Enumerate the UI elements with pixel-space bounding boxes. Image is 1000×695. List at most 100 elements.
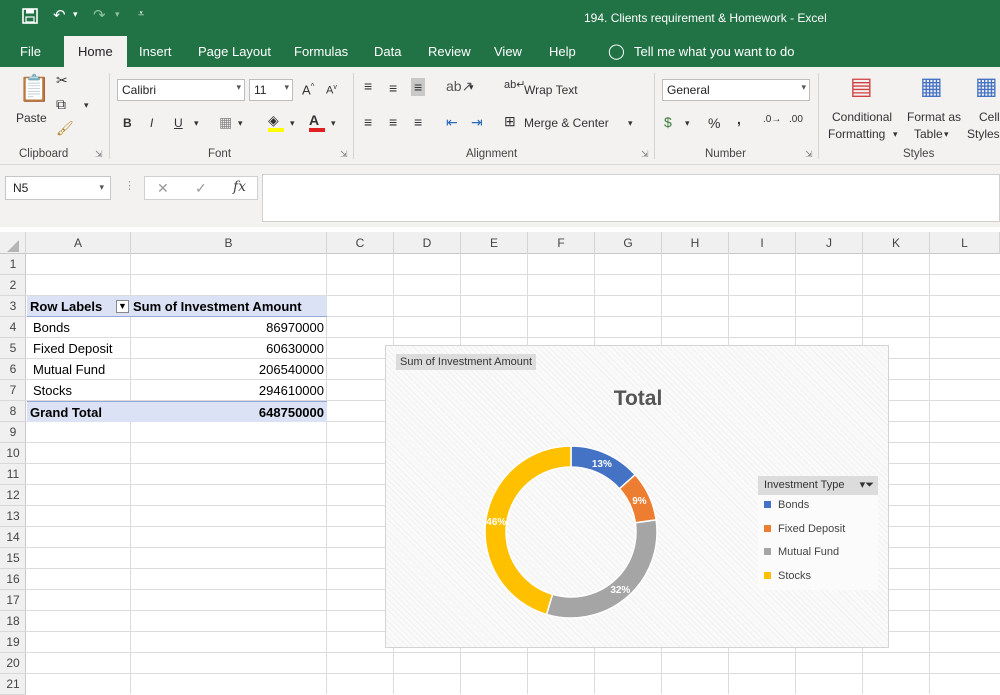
column-header[interactable]: G (595, 232, 662, 254)
filter-icon[interactable]: ▾⏷ (860, 478, 874, 492)
font-size-box[interactable]: 11 ▾ (249, 79, 293, 101)
fill-color-dropdown-icon[interactable]: ▾ (290, 119, 295, 128)
row-header[interactable]: 20 (0, 653, 26, 674)
borders-dropdown-icon[interactable]: ▾ (238, 119, 243, 128)
row-header[interactable]: 5 (0, 338, 26, 359)
row-header[interactable]: 19 (0, 632, 26, 653)
clipboard-launcher-icon[interactable]: ⇲ (95, 150, 103, 159)
tab-page-layout[interactable]: Page Layout (198, 44, 271, 59)
row-header[interactable]: 18 (0, 611, 26, 632)
format-as-table-label-2[interactable]: Table (914, 127, 943, 141)
decrease-font-icon[interactable]: Av (326, 84, 337, 97)
row-header[interactable]: 2 (0, 275, 26, 296)
pivot-item-label[interactable]: Stocks (27, 380, 131, 401)
name-box[interactable]: N5 ▾ (5, 176, 111, 200)
tab-home[interactable]: Home (64, 36, 127, 67)
pivot-grand-total-value[interactable]: 648750000 (131, 401, 327, 422)
decrease-decimal-icon[interactable]: .00 (789, 115, 803, 125)
align-left-icon[interactable]: ≡ (364, 115, 372, 129)
column-header[interactable]: A (26, 232, 131, 254)
paste-icon[interactable]: 📋 (18, 75, 50, 101)
pivot-item-value[interactable]: 60630000 (131, 338, 327, 359)
pivot-header-row-labels[interactable]: Row Labels ▼ (27, 296, 131, 317)
row-header[interactable]: 11 (0, 464, 26, 485)
cancel-icon[interactable]: ✕ (157, 181, 169, 195)
number-format-box[interactable]: General ▾ (662, 79, 810, 101)
italic-button[interactable]: I (150, 116, 153, 130)
alignment-launcher-icon[interactable]: ⇲ (641, 150, 649, 159)
column-header[interactable]: L (930, 232, 1000, 254)
borders-icon[interactable]: ▦ (219, 115, 232, 129)
align-bottom-icon[interactable]: ≡ (411, 78, 426, 96)
font-launcher-icon[interactable]: ⇲ (340, 150, 348, 159)
legend-item[interactable]: Fixed Deposit (764, 523, 845, 535)
row-header[interactable]: 4 (0, 317, 26, 338)
underline-dropdown-icon[interactable]: ▾ (194, 119, 199, 128)
row-header[interactable]: 21 (0, 674, 26, 695)
cell-styles-label-2[interactable]: Styles (967, 127, 1000, 141)
format-painter-icon[interactable]: 🖌 (56, 121, 74, 135)
redo-icon[interactable]: ↷ (93, 6, 106, 24)
font-name-box[interactable]: Calibri ▾ (117, 79, 245, 101)
customize-toolbar-icon[interactable]: ⩡ (138, 8, 144, 21)
save-icon[interactable] (22, 8, 38, 28)
decrease-indent-icon[interactable]: ⇤ (446, 115, 458, 129)
undo-icon[interactable]: ↶ (53, 6, 66, 24)
row-header[interactable]: 10 (0, 443, 26, 464)
cell-styles-label-1[interactable]: Cell (979, 110, 1000, 124)
align-center-icon[interactable]: ≡ (389, 115, 397, 129)
copy-dropdown-icon[interactable]: ▾ (84, 101, 89, 110)
conditional-formatting-label-1[interactable]: Conditional (832, 110, 892, 124)
conditional-formatting-label-2[interactable]: Formatting (828, 127, 885, 141)
align-top-icon[interactable]: ≡ (364, 79, 372, 93)
formula-input[interactable] (262, 174, 1000, 222)
row-header[interactable]: 14 (0, 527, 26, 548)
font-color-icon[interactable]: A (309, 113, 325, 132)
tab-insert[interactable]: Insert (139, 44, 172, 59)
row-header[interactable]: 1 (0, 254, 26, 275)
increase-decimal-icon[interactable]: .0→ (763, 115, 781, 125)
pivot-item-label[interactable]: Bonds (27, 317, 131, 338)
cut-icon[interactable]: ✂ (56, 73, 68, 87)
pivot-item-label[interactable]: Mutual Fund (27, 359, 131, 380)
legend-item[interactable]: Stocks (764, 570, 811, 582)
select-all-corner[interactable] (0, 232, 26, 254)
bold-button[interactable]: B (123, 116, 132, 130)
orientation-dropdown-icon[interactable]: ▾ (469, 83, 474, 92)
donut-slice[interactable] (484, 445, 572, 616)
number-launcher-icon[interactable]: ⇲ (805, 150, 813, 159)
legend-header[interactable]: Investment Type ▾⏷ (758, 476, 878, 495)
pivot-grand-total-label[interactable]: Grand Total (27, 401, 131, 422)
column-header[interactable]: D (394, 232, 461, 254)
pivot-chart[interactable]: Sum of Investment Amount Total 13% 9% 32% 4… (385, 345, 889, 648)
insert-function-icon[interactable]: fx (233, 180, 246, 194)
column-header[interactable]: J (796, 232, 863, 254)
align-middle-icon[interactable]: ≡ (389, 81, 397, 95)
column-header[interactable]: H (662, 232, 729, 254)
pivot-item-value[interactable]: 206540000 (131, 359, 327, 380)
row-header[interactable]: 7 (0, 380, 26, 401)
font-color-dropdown-icon[interactable]: ▾ (331, 119, 336, 128)
increase-indent-icon[interactable]: ⇥ (471, 115, 483, 129)
align-right-icon[interactable]: ≡ (414, 115, 422, 129)
chart-legend[interactable]: Investment Type ▾⏷ Bonds Fixed Deposit Mu… (758, 476, 878, 590)
column-header[interactable]: E (461, 232, 528, 254)
tab-formulas[interactable]: Formulas (294, 44, 348, 59)
redo-dropdown-icon[interactable]: ▾ (115, 9, 120, 20)
row-header[interactable]: 17 (0, 590, 26, 611)
donut-slice[interactable] (545, 519, 658, 619)
filter-icon[interactable]: ▼ (116, 300, 129, 313)
tab-file[interactable]: File (20, 44, 41, 59)
tab-view[interactable]: View (494, 44, 522, 59)
legend-item[interactable]: Bonds (764, 499, 809, 511)
tell-me-search[interactable]: Tell me what you want to do (634, 44, 794, 59)
fill-color-icon[interactable]: ◈ (268, 113, 284, 132)
merge-dropdown-icon[interactable]: ▾ (628, 119, 633, 128)
legend-item[interactable]: Mutual Fund (764, 546, 839, 558)
pivot-item-value[interactable]: 294610000 (131, 380, 327, 401)
row-header[interactable]: 8 (0, 401, 26, 422)
row-header[interactable]: 16 (0, 569, 26, 590)
column-header[interactable]: I (729, 232, 796, 254)
row-header[interactable]: 9 (0, 422, 26, 443)
format-as-table-label-1[interactable]: Format as (907, 110, 961, 124)
